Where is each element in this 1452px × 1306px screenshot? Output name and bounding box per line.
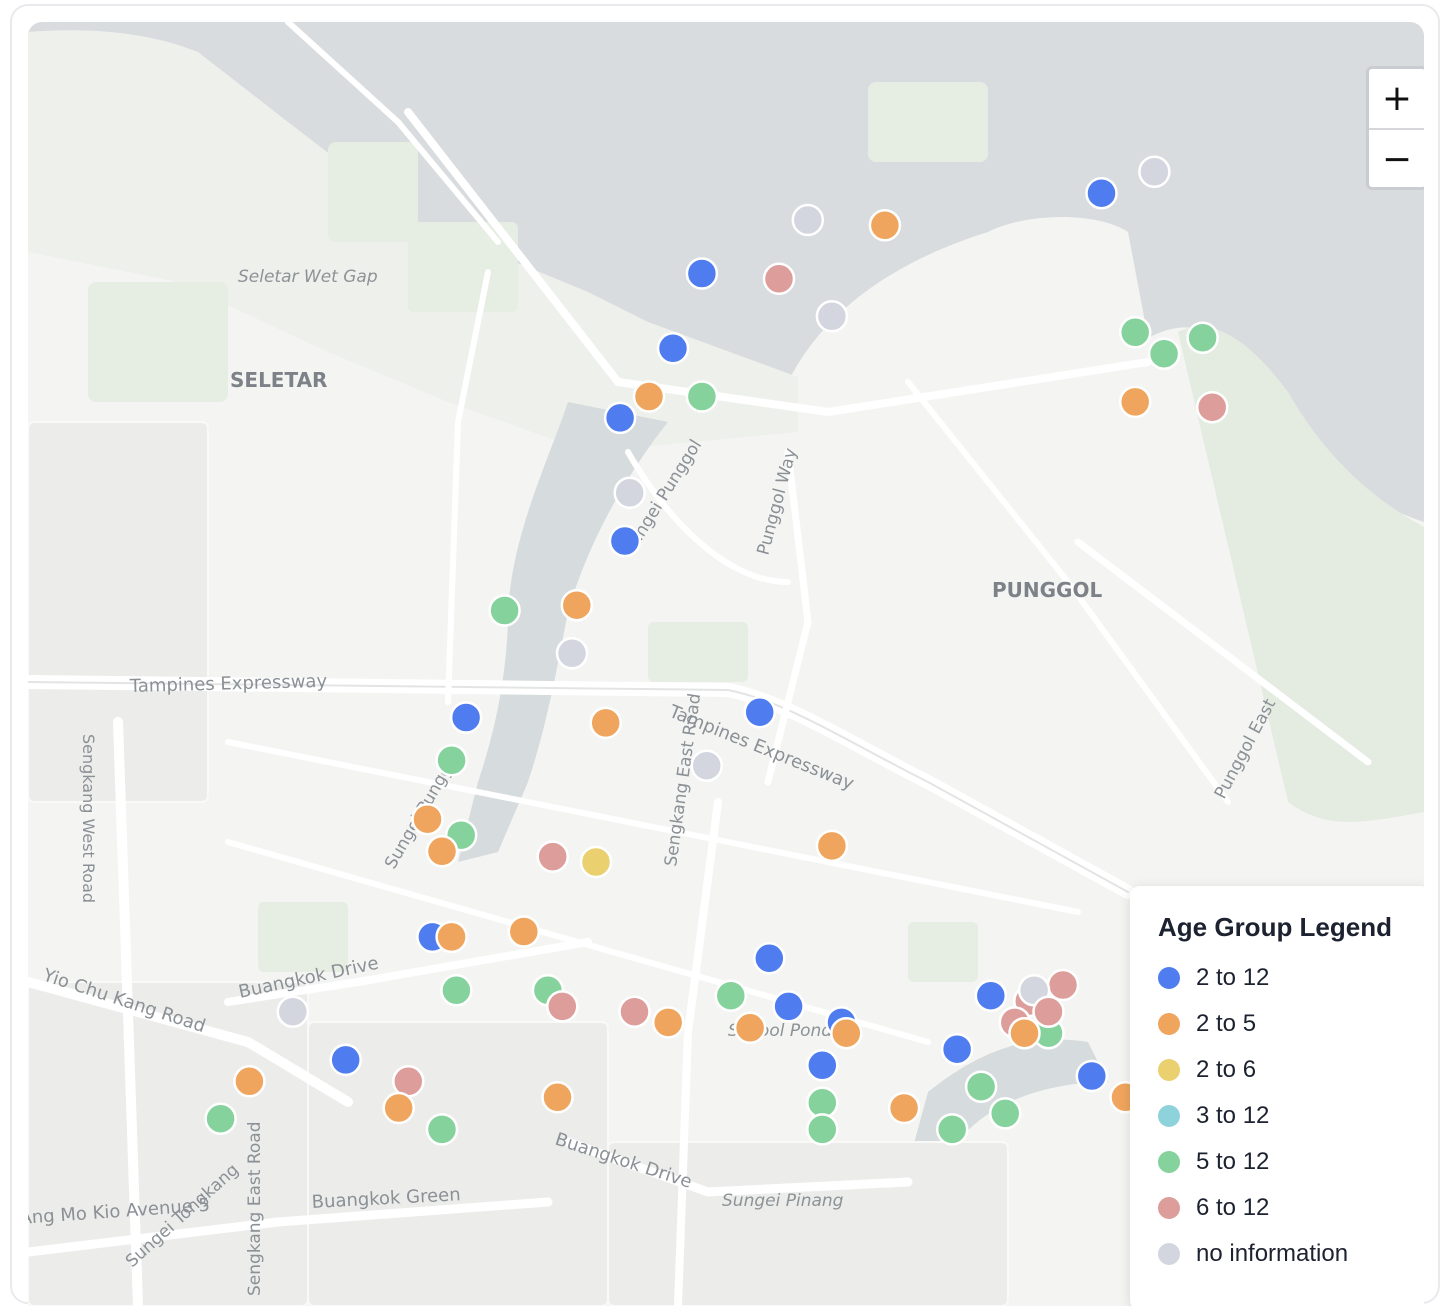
label-punggol: PUNGGOL: [992, 578, 1102, 602]
map-marker[interactable]: [743, 695, 776, 729]
legend-swatch: [1158, 1151, 1180, 1173]
map-marker[interactable]: [632, 380, 666, 413]
map-marker[interactable]: [233, 1065, 266, 1098]
map-marker[interactable]: [830, 1016, 863, 1050]
legend-label: 2 to 6: [1196, 1056, 1257, 1083]
map-marker[interactable]: [964, 1070, 998, 1103]
label-tampines-expressway-west: Tampines Expressway: [129, 671, 328, 697]
legend-item: 2 to 12: [1158, 955, 1424, 1001]
legend-label: 2 to 5: [1196, 1010, 1257, 1037]
map-marker[interactable]: [435, 744, 468, 777]
map-marker[interactable]: [974, 979, 1008, 1012]
zoom-control: + −: [1366, 66, 1424, 190]
map-marker[interactable]: [772, 990, 805, 1023]
map-marker[interactable]: [435, 920, 468, 954]
legend-label: 2 to 12: [1196, 964, 1270, 991]
map-marker[interactable]: [791, 203, 825, 237]
legend-item: 5 to 12: [1158, 1139, 1424, 1185]
map-marker[interactable]: [1085, 176, 1118, 210]
map-marker[interactable]: [753, 942, 786, 975]
map-marker[interactable]: [541, 1081, 574, 1114]
legend-swatch: [1158, 1197, 1180, 1219]
map-marker[interactable]: [762, 262, 796, 296]
map-marker[interactable]: [411, 802, 444, 836]
legend-item: 2 to 6: [1158, 1047, 1424, 1093]
legend-label: 5 to 12: [1196, 1148, 1270, 1175]
map-marker[interactable]: [815, 300, 849, 333]
map-marker[interactable]: [579, 845, 613, 879]
map-marker[interactable]: [868, 209, 902, 242]
map-marker[interactable]: [988, 1097, 1022, 1130]
legend-item: no information: [1158, 1231, 1424, 1277]
legend-swatch: [1158, 1105, 1180, 1127]
map-marker[interactable]: [1032, 995, 1065, 1028]
map-marker[interactable]: [1186, 321, 1219, 354]
legend-label: 3 to 12: [1196, 1102, 1270, 1129]
map-marker[interactable]: [440, 974, 473, 1007]
map-marker[interactable]: [1075, 1059, 1109, 1093]
map-marker[interactable]: [685, 257, 719, 290]
legend-swatch: [1158, 967, 1180, 989]
map-marker[interactable]: [589, 706, 622, 740]
legend-label: no information: [1196, 1240, 1349, 1267]
map-marker[interactable]: [449, 701, 483, 734]
map-marker[interactable]: [603, 401, 637, 435]
label-punggol-east: Punggol East: [1211, 695, 1281, 802]
map-marker[interactable]: [1118, 385, 1152, 419]
map-marker[interactable]: [887, 1091, 921, 1125]
map-marker[interactable]: [940, 1032, 974, 1066]
map-marker[interactable]: [806, 1113, 839, 1146]
map-marker[interactable]: [488, 594, 521, 627]
map-marker[interactable]: [1147, 337, 1181, 370]
map-marker[interactable]: [656, 332, 690, 365]
label-seletar: SELETAR: [230, 368, 327, 392]
map-marker[interactable]: [329, 1043, 362, 1077]
legend-item: 3 to 12: [1158, 1093, 1424, 1139]
map-marker[interactable]: [935, 1113, 969, 1146]
map-marker[interactable]: [618, 995, 651, 1028]
label-seletar-wet-gap: Seletar Wet Gap: [238, 267, 378, 287]
legend-label: 6 to 12: [1196, 1194, 1270, 1221]
map-marker[interactable]: [714, 979, 748, 1012]
map-marker[interactable]: [613, 476, 646, 510]
map-marker[interactable]: [276, 995, 310, 1028]
map-marker[interactable]: [1046, 968, 1080, 1002]
label-sengkang-west-road: Sengkang West Road: [79, 734, 98, 903]
map-marker[interactable]: [546, 990, 579, 1023]
map-marker[interactable]: [690, 749, 723, 782]
map-marker[interactable]: [685, 380, 719, 413]
map-marker[interactable]: [608, 524, 642, 558]
map-marker[interactable]: [555, 637, 589, 670]
map-marker[interactable]: [382, 1091, 415, 1125]
map-marker[interactable]: [560, 588, 594, 622]
map-marker[interactable]: [425, 1113, 459, 1146]
map-marker[interactable]: [1118, 316, 1152, 349]
legend-title: Age Group Legend: [1158, 912, 1392, 942]
legend-item: 2 to 5: [1158, 1001, 1424, 1047]
map-marker[interactable]: [1138, 155, 1171, 189]
legend-swatch: [1158, 1059, 1180, 1081]
age-group-legend: Age Group Legend 2 to 12 2 to 5 2 to 6 3 to…: [1130, 886, 1424, 1306]
map-marker[interactable]: [806, 1049, 839, 1082]
map-marker[interactable]: [204, 1102, 237, 1135]
map-marker[interactable]: [733, 1011, 767, 1045]
map-marker[interactable]: [507, 915, 541, 948]
map-marker[interactable]: [425, 835, 459, 868]
label-sungei-pinang: Sungei Pinang: [722, 1191, 844, 1211]
legend-swatch: [1158, 1013, 1180, 1035]
legend-swatch: [1158, 1243, 1180, 1265]
map-marker[interactable]: [1008, 1016, 1041, 1050]
map-marker[interactable]: [651, 1006, 685, 1039]
map-container[interactable]: Seletar Wet Gap SELETAR PUNGGOL School P…: [28, 22, 1424, 1306]
map-marker[interactable]: [815, 829, 849, 863]
map-marker[interactable]: [536, 840, 569, 873]
map-marker[interactable]: [1195, 390, 1229, 424]
label-sengkang-east-road-2: Sengkang East Road: [245, 1122, 265, 1297]
zoom-out-button[interactable]: −: [1369, 130, 1424, 189]
zoom-in-button[interactable]: +: [1369, 69, 1424, 130]
legend-item: 6 to 12: [1158, 1185, 1424, 1231]
